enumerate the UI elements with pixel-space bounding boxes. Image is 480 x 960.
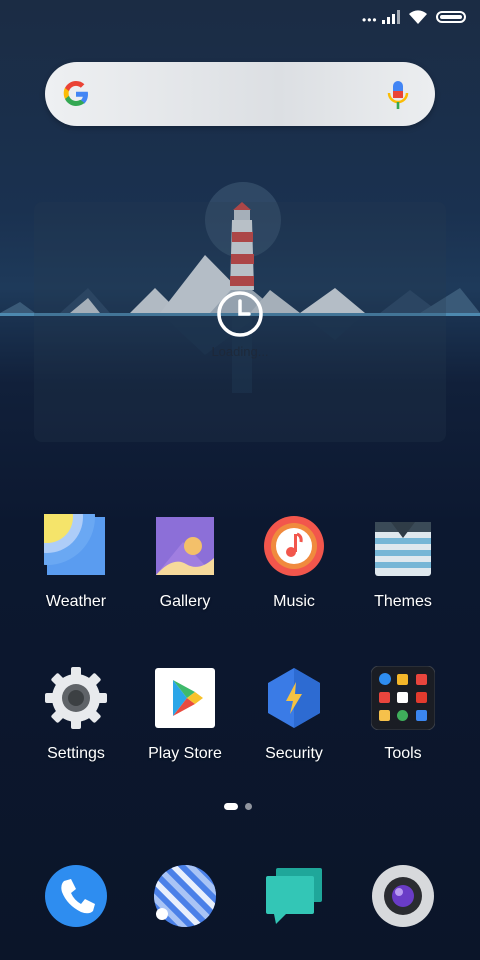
app-settings[interactable]: Settings	[21, 666, 131, 763]
weather-icon	[0, 469, 105, 575]
signal-icon	[382, 10, 400, 24]
messages-icon[interactable]	[262, 864, 326, 928]
page-dot	[245, 803, 252, 810]
status-bar: •••	[0, 0, 480, 36]
camera-icon[interactable]	[371, 864, 435, 928]
browser-icon[interactable]	[153, 864, 217, 928]
clock-icon	[217, 291, 263, 337]
app-label: Security	[265, 745, 323, 762]
play-store-icon	[155, 668, 215, 728]
shield-icon	[268, 668, 320, 728]
music-icon	[264, 516, 324, 576]
phone-icon[interactable]	[44, 864, 108, 928]
app-label: Settings	[47, 745, 105, 762]
battery-icon	[436, 11, 466, 23]
themes-icon	[375, 522, 431, 576]
app-themes[interactable]: Themes	[348, 514, 458, 611]
wifi-icon	[409, 10, 427, 24]
app-label: Gallery	[159, 593, 211, 610]
app-weather[interactable]: Weather	[0, 469, 131, 611]
app-music[interactable]: Music	[239, 514, 349, 611]
notification-dots-icon: •••	[362, 13, 378, 27]
app-security[interactable]: Security	[239, 666, 349, 763]
widget-loading-text: Loading...	[211, 344, 269, 359]
google-logo-icon	[63, 81, 88, 106]
app-label: Weather	[45, 593, 107, 610]
google-search-bar[interactable]	[45, 62, 435, 126]
tools-folder-icon	[370, 665, 436, 731]
app-label: Themes	[374, 593, 432, 610]
app-label: Tools	[384, 745, 422, 762]
page-dot-active	[224, 803, 238, 810]
gear-icon	[45, 667, 107, 729]
app-gallery[interactable]: Gallery	[130, 514, 240, 611]
app-label: Play Store	[148, 745, 222, 762]
mic-icon[interactable]	[387, 80, 409, 110]
app-play-store[interactable]: Play Store	[130, 666, 240, 763]
gallery-icon	[156, 517, 214, 575]
app-label: Music	[273, 593, 315, 610]
app-tools-folder[interactable]: Tools	[348, 665, 458, 763]
